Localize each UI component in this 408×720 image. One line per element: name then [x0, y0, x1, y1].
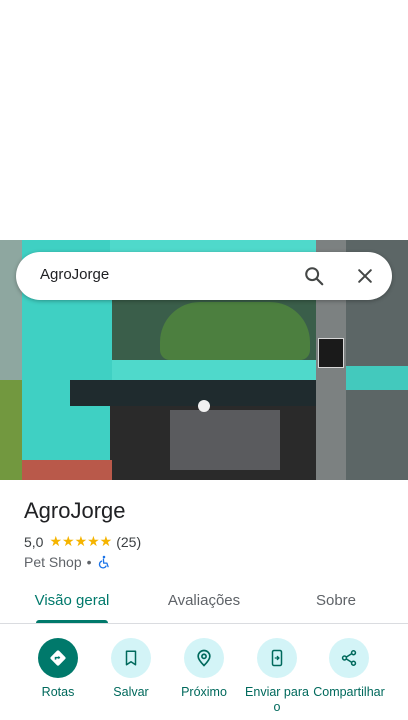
rating-value: 5,0	[24, 533, 44, 550]
nearby-label: Próximo	[181, 685, 227, 699]
active-tab-indicator	[36, 620, 108, 623]
save-button[interactable]: Salvar	[91, 638, 171, 700]
star-rating: ★★★★★	[49, 533, 113, 549]
close-icon[interactable]	[353, 264, 377, 288]
review-count[interactable]: (25)	[116, 534, 141, 550]
save-label: Salvar	[113, 685, 149, 699]
send-to-phone-label: Enviar para o	[245, 685, 309, 714]
share-button[interactable]: Compartilhar	[309, 638, 389, 700]
tab-about[interactable]: Sobre	[272, 592, 400, 609]
share-icon[interactable]	[329, 638, 369, 678]
directions-button[interactable]: Rotas	[18, 638, 98, 700]
nearby-button[interactable]: Próximo	[164, 638, 244, 700]
tab-overview[interactable]: Visão geral	[0, 592, 144, 609]
send-to-phone-button[interactable]: Enviar para o	[237, 638, 317, 715]
send-to-phone-icon[interactable]	[257, 638, 297, 678]
share-label: Compartilhar	[313, 685, 385, 699]
bookmark-icon[interactable]	[111, 638, 151, 678]
category-row: Pet Shop •	[24, 554, 111, 570]
tab-reviews[interactable]: Avaliações	[136, 592, 272, 609]
search-icon[interactable]	[302, 264, 326, 288]
search-bar[interactable]: AgroJorge	[16, 252, 392, 300]
place-title: AgroJorge	[24, 498, 126, 523]
tab-bar: Visão geral Avaliações Sobre	[0, 582, 408, 624]
nearby-icon[interactable]	[184, 638, 224, 678]
search-input[interactable]: AgroJorge	[40, 266, 109, 283]
separator-dot: •	[86, 554, 92, 570]
rating-row[interactable]: 5,0 ★★★★★ (25)	[24, 533, 141, 550]
wheelchair-icon	[97, 555, 111, 569]
directions-label: Rotas	[41, 685, 75, 699]
action-bar: Rotas Salvar Próximo Enviar para o Compa…	[0, 632, 408, 720]
directions-icon[interactable]	[38, 638, 78, 678]
place-category: Pet Shop	[24, 554, 82, 570]
